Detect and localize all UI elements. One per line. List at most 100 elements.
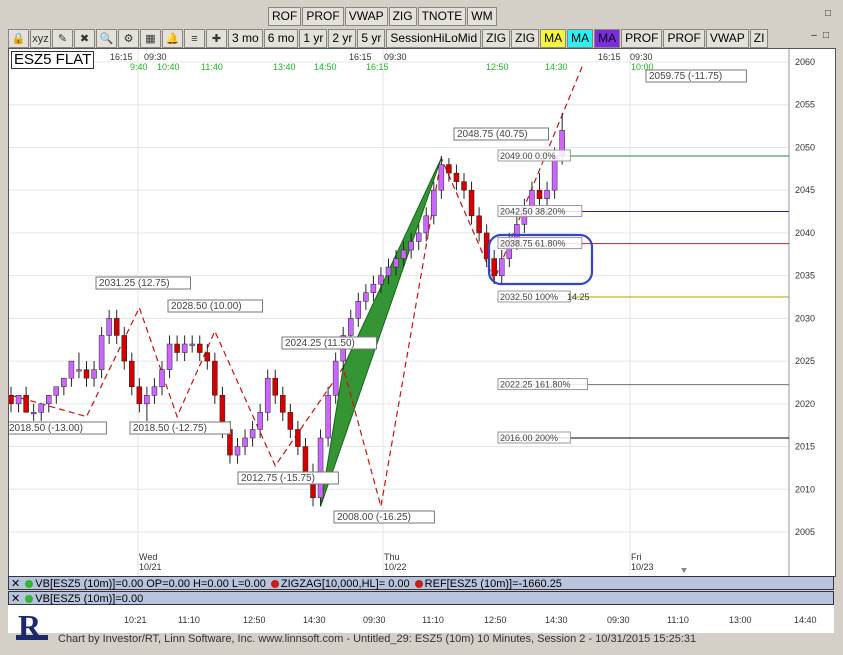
study-button[interactable]: ZIG xyxy=(482,29,511,48)
candle-body xyxy=(370,283,377,293)
session-time-label: 12:50 xyxy=(486,62,509,72)
study-button[interactable]: SessionHiLoMid xyxy=(386,29,482,48)
y-tick-label: 2035 xyxy=(795,271,815,281)
fib-level-label: 2032.50 100% xyxy=(500,292,558,302)
y-tick-label: 2060 xyxy=(795,57,815,67)
study-button[interactable]: PROF xyxy=(663,29,705,48)
fib-level-label: 2016.00 200% xyxy=(500,433,558,443)
candle-body xyxy=(136,386,143,405)
y-tick-label: 2010 xyxy=(795,484,815,494)
top-toolbar-button[interactable]: PROF xyxy=(302,7,344,26)
pivot-label: 2012.75 (-15.75) xyxy=(241,473,315,484)
x-tick-label: 12:50 xyxy=(484,615,507,625)
range-button[interactable]: 3 mo xyxy=(228,29,263,48)
candle-body xyxy=(264,377,271,413)
logo: R xyxy=(14,607,50,644)
top-toolbar: ROF PROF VWAP ZIG TNOTE WM xyxy=(268,6,498,26)
chart-icon[interactable]: ▦ xyxy=(140,29,161,48)
maximize-button[interactable]: □ xyxy=(822,8,834,20)
study-button[interactable]: MA xyxy=(540,29,567,48)
candle-body xyxy=(53,386,60,396)
candle-body xyxy=(91,369,97,379)
y-tick-label: 2045 xyxy=(795,185,815,195)
candle-body xyxy=(415,232,422,242)
pivot-label: 2008.00 (-16.25) xyxy=(337,512,411,523)
candle-body xyxy=(61,377,67,387)
study-button[interactable]: MA xyxy=(567,29,594,48)
main-toolbar: 🔒 xyz ✎ ✖ 🔍 ⚙ ▦ 🔔 ≡ ✚ 3 mo 6 mo 1 yr 2 yr 5 yr SessionH… xyxy=(8,28,769,48)
top-toolbar-button[interactable]: ZIG xyxy=(388,7,417,26)
candle-body xyxy=(166,343,173,370)
minimize-button[interactable]: – xyxy=(808,30,820,42)
candle-body xyxy=(302,446,309,473)
crosshair-icon[interactable]: ✚ xyxy=(206,29,227,48)
candle-body xyxy=(46,395,52,405)
settings-icon[interactable]: ⚙ xyxy=(118,29,139,48)
candle-body xyxy=(499,258,505,276)
indicator-row-2[interactable]: ✕ VB[ESZ5 (10m)]=0.00 xyxy=(8,591,834,605)
study-button[interactable]: MA xyxy=(594,29,621,48)
candle-body xyxy=(385,266,392,276)
study-button[interactable]: ZIG xyxy=(511,29,540,48)
candle-body xyxy=(332,360,339,396)
close-icon[interactable]: ✕ xyxy=(11,593,20,605)
x-tick-label: 09:30 xyxy=(363,615,386,625)
study-button[interactable]: PROF xyxy=(621,29,663,48)
range-button[interactable]: 2 yr xyxy=(328,29,357,48)
day-label: Thu xyxy=(384,552,400,562)
date-label: 10/21 xyxy=(139,562,162,572)
bell-icon[interactable]: 🔔 xyxy=(162,29,183,48)
candle-body xyxy=(106,318,112,336)
candle-body xyxy=(197,343,203,353)
symbol-label[interactable]: ESZ5 FLAT xyxy=(11,51,95,69)
candle-body xyxy=(348,318,354,336)
candle-body xyxy=(23,395,29,413)
range-button[interactable]: 1 yr xyxy=(299,29,328,48)
range-button[interactable]: 5 yr xyxy=(357,29,386,48)
status-dot-icon xyxy=(414,580,423,588)
indicator-row-1[interactable]: ✕ VB[ESZ5 (10m)]=0.00 OP=0.00 H=0.00 L=0… xyxy=(8,576,834,590)
top-toolbar-button[interactable]: WM xyxy=(467,7,497,26)
status-dot-icon xyxy=(25,580,34,588)
candle-body xyxy=(76,369,82,372)
candle-body xyxy=(129,360,135,387)
study-button[interactable]: ZI xyxy=(749,29,769,48)
delete-icon[interactable]: ✖ xyxy=(74,29,95,48)
candle-body xyxy=(529,189,535,208)
chart-area[interactable]: 2005 2010 2015 2020 2025 2030 2035 2040 2045 2050… xyxy=(8,48,836,577)
xyz-icon[interactable]: xyz xyxy=(30,29,51,48)
fib-extra-label: 14.25 xyxy=(567,292,590,302)
top-toolbar-button[interactable]: ROF xyxy=(268,7,302,26)
fib-level-label: 2042.50 38.20% xyxy=(500,207,566,217)
price-chart[interactable]: 2005 2010 2015 2020 2025 2030 2035 2040 2045 2050… xyxy=(9,49,835,576)
candle-body xyxy=(257,412,263,430)
candle-body xyxy=(113,318,120,336)
x-tick-label: 10:21 xyxy=(124,615,147,625)
candle-body xyxy=(151,386,158,396)
candle-body xyxy=(476,215,482,234)
session-time-label: 16:15 xyxy=(366,62,389,72)
fib-level-label: 2049.00 0.0% xyxy=(500,151,556,161)
pivot-label: 2031.25 (12.75) xyxy=(99,278,170,289)
footer-text: Chart by Investor/RT, Linn Software, Inc… xyxy=(58,633,697,645)
session-time-label: 16:15 xyxy=(598,52,621,62)
candle-body xyxy=(325,395,331,439)
drawing-icon[interactable]: ✎ xyxy=(52,29,73,48)
zoom-icon[interactable]: 🔍 xyxy=(96,29,117,48)
restore-button[interactable]: □ xyxy=(820,30,832,42)
study-button[interactable]: VWAP xyxy=(705,29,749,48)
range-button[interactable]: 6 mo xyxy=(263,29,299,48)
close-icon[interactable]: ✕ xyxy=(11,578,20,590)
candle-body xyxy=(159,369,165,387)
candle-body xyxy=(544,189,550,199)
y-tick-label: 2055 xyxy=(795,100,815,110)
lock-icon[interactable]: 🔒 xyxy=(8,29,29,48)
top-toolbar-button[interactable]: VWAP xyxy=(344,7,388,26)
ticks-icon[interactable]: ≡ xyxy=(184,29,205,48)
candle-body xyxy=(98,335,105,370)
ref-readout: REF[ESZ5 (10m)]=-1660.25 xyxy=(424,578,562,590)
session-time-label: 9:40 xyxy=(130,62,148,72)
top-toolbar-button[interactable]: TNOTE xyxy=(417,7,467,26)
x-tick-label: 14:30 xyxy=(303,615,326,625)
candle-body xyxy=(174,343,180,353)
